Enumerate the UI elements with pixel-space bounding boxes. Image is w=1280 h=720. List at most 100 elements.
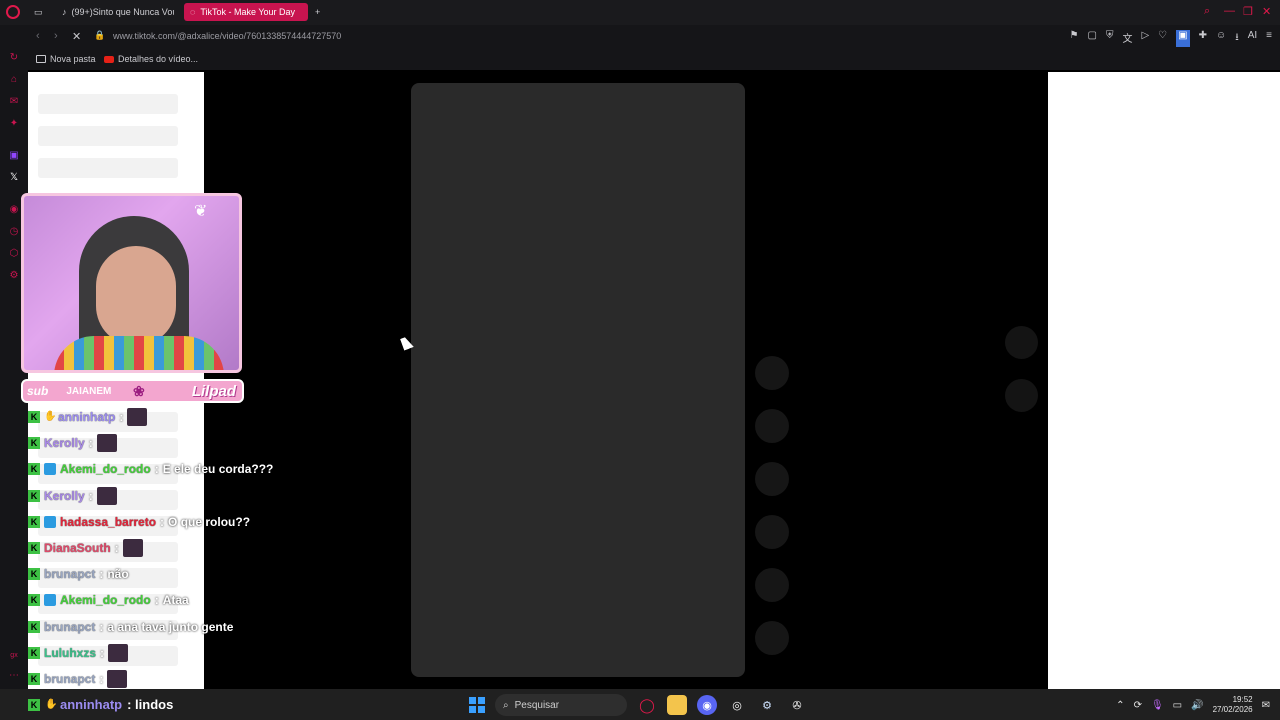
- bag-icon[interactable]: ⌂: [8, 74, 20, 86]
- file-explorer-icon[interactable]: [667, 695, 687, 715]
- bookmark-label: Nova pasta: [50, 54, 96, 64]
- messenger-icon[interactable]: ✉: [8, 96, 20, 108]
- chat-emote: [107, 670, 128, 688]
- chat-message: K Akemi_do_rodo: Ataa: [28, 591, 189, 609]
- streamer-face: [96, 246, 176, 346]
- chat-text: E ele deu corda???: [162, 462, 274, 477]
- new-tab-button[interactable]: +: [312, 3, 326, 21]
- twitch-icon[interactable]: ▣: [8, 150, 20, 162]
- date: 27/02/2026: [1212, 705, 1253, 714]
- search-tabs-icon[interactable]: ⌕: [1204, 5, 1210, 18]
- stop-loading-icon[interactable]: ✕: [72, 30, 81, 43]
- gx-icon[interactable]: gx: [8, 650, 20, 662]
- bookmark-nova-pasta[interactable]: Nova pasta: [36, 54, 96, 64]
- bookmark-detalhes[interactable]: Detalhes do vídeo...: [104, 54, 198, 64]
- translate-icon[interactable]: 文: [1122, 30, 1132, 47]
- chat-username: Akemi_do_rodo: [60, 462, 151, 477]
- browser-tab-bar: ▭ ♪ (99+)Sinto que Nunca Vou ◌ TikTok - …: [0, 0, 1280, 25]
- url-input[interactable]: www.tiktok.com/@adxalice/video/760133857…: [113, 31, 341, 41]
- cube-icon[interactable]: ⬡: [8, 248, 20, 260]
- app-icon[interactable]: ✇: [787, 695, 807, 715]
- chat-username: brunapct: [44, 672, 96, 686]
- discord-icon[interactable]: ◉: [697, 695, 717, 715]
- subscriber-badge-icon: [44, 594, 56, 607]
- chat-separator: :: [154, 593, 159, 608]
- chat-message: Kbrunapct: não: [28, 565, 129, 583]
- chat-username: DianaSouth: [44, 541, 111, 555]
- ai-button[interactable]: AI: [1248, 30, 1257, 47]
- chat-emote: [122, 539, 143, 557]
- forward-icon[interactable]: ›: [54, 30, 58, 42]
- sub-label: sub: [27, 384, 49, 398]
- tab-overview-icon[interactable]: ▭: [34, 3, 46, 21]
- chat-username: Kerolly: [44, 488, 85, 503]
- comment-button[interactable]: [755, 462, 789, 496]
- maximize-icon[interactable]: ❐: [1243, 5, 1253, 18]
- search-icon: ⌕: [503, 699, 509, 711]
- opera-taskbar-icon[interactable]: ◯: [637, 695, 657, 715]
- profile-icon[interactable]: ☺: [1216, 30, 1226, 47]
- skeleton-line: [38, 126, 178, 146]
- sync-icon[interactable]: ⟳: [1134, 700, 1142, 711]
- kick-badge-icon: K: [28, 698, 40, 711]
- history-icon[interactable]: ◷: [8, 226, 20, 238]
- play-icon[interactable]: ▷: [1141, 30, 1149, 47]
- obs-icon[interactable]: ◎: [727, 695, 747, 715]
- tab-label: TikTok - Make Your Day: [200, 7, 296, 17]
- chat-message: Khadassa_barreto: O que rolou??: [28, 513, 250, 531]
- shield-icon[interactable]: ⛨: [1106, 30, 1114, 47]
- player-icon[interactable]: ◉: [8, 204, 20, 216]
- kick-badge-icon: K: [28, 437, 40, 450]
- taskbar-search[interactable]: ⌕ Pesquisar: [495, 694, 627, 716]
- like-button[interactable]: [755, 409, 789, 443]
- skeleton-line: [38, 158, 178, 178]
- save-button[interactable]: [755, 515, 789, 549]
- tab-youtube[interactable]: ♪ (99+)Sinto que Nunca Vou: [56, 3, 174, 21]
- close-icon[interactable]: ✕: [1262, 5, 1271, 18]
- chat-separator: :: [99, 567, 104, 582]
- skeleton-line: [38, 94, 178, 114]
- chevron-up-icon[interactable]: ⌃: [1116, 700, 1124, 711]
- opera-logo-icon[interactable]: [6, 5, 20, 19]
- download-icon[interactable]: ⭳: [1235, 30, 1239, 47]
- subscriber-badge-icon: [44, 463, 56, 476]
- chat-separator: :: [119, 410, 124, 424]
- chat-separator: :: [88, 488, 93, 503]
- steam-icon[interactable]: ⚙: [757, 695, 777, 715]
- extension-icon[interactable]: ▣: [1176, 30, 1190, 47]
- avatar-placeholder[interactable]: [755, 356, 789, 390]
- refresh-sidebar-icon[interactable]: ↻: [8, 52, 20, 64]
- tab-tiktok[interactable]: ◌ TikTok - Make Your Day: [184, 3, 308, 21]
- video-player-placeholder[interactable]: [411, 83, 745, 677]
- chat-separator: :: [154, 462, 159, 477]
- back-icon[interactable]: ‹: [36, 30, 40, 42]
- heart-icon[interactable]: ♡: [1158, 30, 1167, 47]
- x-icon[interactable]: 𝕏: [8, 172, 20, 184]
- bunny-ears-icon: ❦: [194, 203, 208, 220]
- microphone-icon[interactable]: 🎙: [1151, 700, 1164, 711]
- share-button[interactable]: [755, 568, 789, 602]
- next-video-button[interactable]: [1005, 379, 1038, 412]
- system-tray: ⌃ ⟳ 🎙 ▭ 🔊 19:52 27/02/2026 ✉: [1116, 695, 1270, 715]
- network-icon[interactable]: ▭: [1173, 700, 1182, 711]
- minimize-icon[interactable]: —: [1224, 5, 1235, 17]
- kick-badge-icon: K: [28, 542, 40, 554]
- volume-icon[interactable]: 🔊: [1191, 700, 1203, 711]
- menu-icon[interactable]: ≡: [1266, 30, 1272, 47]
- mail-icon[interactable]: ✦: [8, 118, 20, 130]
- chat-separator: :: [99, 619, 104, 634]
- notification-icon[interactable]: ✉: [1262, 700, 1270, 711]
- chat-text: não: [107, 567, 129, 582]
- puzzle-icon[interactable]: ✚: [1199, 30, 1207, 47]
- kick-badge-icon: K: [28, 646, 40, 659]
- previous-video-button[interactable]: [1005, 326, 1038, 359]
- more-icon[interactable]: ⋯: [8, 670, 20, 682]
- bookmark-icon[interactable]: ⚑: [1070, 30, 1079, 47]
- music-disc-button[interactable]: [755, 621, 789, 655]
- snapshot-icon[interactable]: ▢: [1088, 30, 1097, 47]
- windows-start-icon[interactable]: [469, 697, 485, 713]
- clock[interactable]: 19:52 27/02/2026: [1213, 695, 1253, 715]
- kick-badge-icon: K: [28, 594, 40, 607]
- lilpad-label: Lilpad: [191, 383, 236, 400]
- settings-icon[interactable]: ⚙: [8, 270, 20, 282]
